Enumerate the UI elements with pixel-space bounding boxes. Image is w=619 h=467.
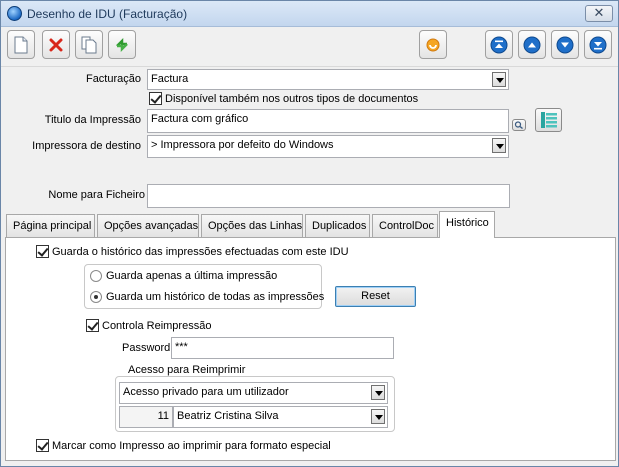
controla-reimpressao-label: Controla Reimpressão: [102, 319, 212, 332]
layout-editor-button[interactable]: [535, 108, 562, 132]
radio-todas-impressoes[interactable]: Guarda um histórico de todas as impressõ…: [90, 291, 324, 303]
refresh-icon: [116, 37, 128, 52]
title-bar: Desenho de IDU (Facturação) ✕: [1, 1, 618, 27]
new-document-button[interactable]: [7, 30, 35, 59]
next-record-icon: [556, 36, 574, 53]
radio-dot[interactable]: [90, 291, 102, 303]
app-globe-icon: [7, 6, 22, 21]
radio-dot[interactable]: [90, 270, 102, 282]
list-layout-icon: [540, 112, 557, 128]
tab-pagina-principal[interactable]: Página principal: [6, 214, 95, 237]
chevron-down-icon[interactable]: [492, 72, 506, 87]
reset-button[interactable]: Reset: [335, 286, 416, 307]
close-button[interactable]: ✕: [585, 5, 613, 22]
previous-record-button[interactable]: [518, 30, 546, 59]
radio-ultima-impressao[interactable]: Guarda apenas a última impressão: [90, 270, 277, 282]
password-input[interactable]: ***: [171, 337, 394, 359]
disponivel-checkbox[interactable]: Disponível também nos outros tipos de do…: [149, 92, 418, 105]
refresh-button[interactable]: [108, 30, 136, 59]
first-record-icon: [490, 36, 508, 53]
chevron-down-icon[interactable]: [492, 138, 506, 153]
acesso-value: Acesso privado para um utilizador: [123, 386, 289, 398]
user-select[interactable]: Beatriz Cristina Silva: [173, 406, 388, 428]
checkbox-box[interactable]: [36, 439, 49, 452]
nome-ficheiro-label: Nome para Ficheiro: [48, 189, 145, 201]
user-id-field: 11: [119, 406, 173, 428]
radio-ultima-label: Guarda apenas a última impressão: [106, 270, 278, 282]
controla-reimpressao-checkbox[interactable]: Controla Reimpressão: [86, 319, 211, 332]
tab-controldoc[interactable]: ControlDoc: [372, 214, 438, 237]
user-name-value: Beatriz Cristina Silva: [177, 410, 279, 422]
search-icon: [514, 121, 523, 130]
previous-record-icon: [523, 36, 541, 53]
new-document-icon: [14, 36, 28, 53]
tab-opcoes-avancadas[interactable]: Opções avançadas: [97, 214, 199, 237]
delete-button[interactable]: [42, 30, 70, 59]
copy-button[interactable]: [75, 30, 103, 59]
facturacao-value: Factura: [151, 73, 189, 85]
checkbox-box[interactable]: [149, 92, 162, 105]
guarda-historico-checkbox[interactable]: Guarda o histórico das impressões efectu…: [36, 245, 349, 258]
wizard-button[interactable]: [419, 30, 447, 59]
tab-historico[interactable]: Histórico: [439, 211, 495, 238]
last-record-button[interactable]: [584, 30, 612, 59]
tab-duplicados[interactable]: Duplicados: [305, 214, 370, 237]
next-record-button[interactable]: [551, 30, 579, 59]
radio-todas-label: Guarda um histórico de todas as impressõ…: [106, 291, 325, 303]
wizard-icon: [426, 38, 440, 51]
last-record-icon: [589, 36, 607, 53]
facturacao-label: Facturação: [85, 73, 141, 85]
checkbox-box[interactable]: [36, 245, 49, 258]
impressora-select[interactable]: > Impressora por defeito do Windows: [147, 135, 509, 158]
delete-icon: [49, 38, 63, 51]
disponivel-label: Disponível também nos outros tipos de do…: [165, 92, 419, 105]
acesso-select[interactable]: Acesso privado para um utilizador: [119, 382, 388, 404]
idu-design-window: Desenho de IDU (Facturação) ✕ Facturação…: [0, 0, 619, 467]
checkbox-box[interactable]: [86, 319, 99, 332]
facturacao-select[interactable]: Factura: [147, 69, 509, 90]
window-title: Desenho de IDU (Facturação): [27, 7, 188, 21]
impressora-value: > Impressora por defeito do Windows: [151, 139, 334, 151]
toolbar: [1, 27, 618, 67]
chevron-down-icon[interactable]: [371, 409, 385, 424]
tab-opcoes-linhas[interactable]: Opções das Linhas: [201, 214, 303, 237]
password-label: Password: [122, 342, 171, 354]
first-record-button[interactable]: [485, 30, 513, 59]
impressora-label: Impressora de destino: [32, 140, 141, 152]
guarda-historico-label: Guarda o histórico das impressões efectu…: [52, 245, 349, 258]
chevron-down-icon[interactable]: [371, 385, 385, 400]
marcar-impresso-checkbox[interactable]: Marcar como Impresso ao imprimir para fo…: [36, 439, 331, 452]
titulo-label: Titulo da Impressão: [44, 114, 141, 126]
copy-icon: [81, 36, 97, 53]
titulo-input[interactable]: Factura com gráfico: [147, 109, 509, 133]
nome-ficheiro-input[interactable]: [147, 184, 510, 208]
font-picker-button[interactable]: [512, 119, 526, 131]
acesso-reimprimir-label: Acesso para Reimprimir: [128, 364, 246, 376]
marcar-impresso-label: Marcar como Impresso ao imprimir para fo…: [52, 439, 331, 452]
